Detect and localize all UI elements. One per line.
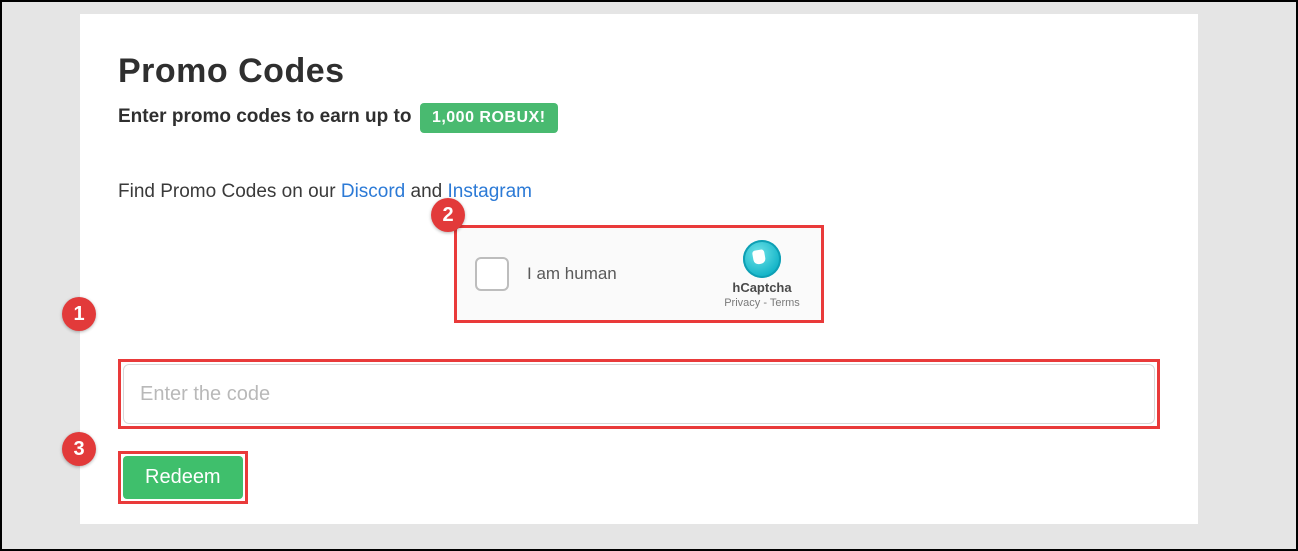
code-input-highlight bbox=[118, 359, 1160, 429]
captcha-privacy-link[interactable]: Privacy bbox=[724, 297, 760, 309]
captcha-link-sep: - bbox=[760, 297, 770, 309]
promo-codes-panel: Promo Codes Enter promo codes to earn up… bbox=[80, 14, 1198, 524]
captcha-brand-name: hCaptcha bbox=[721, 280, 803, 295]
robux-badge: 1,000 ROBUX! bbox=[420, 103, 558, 133]
captcha-container: I am human hCaptcha Privacy - Terms bbox=[118, 225, 1160, 323]
hcaptcha-widget: I am human hCaptcha Privacy - Terms bbox=[454, 225, 824, 323]
annotation-badge-2: 2 bbox=[431, 198, 465, 232]
annotation-badge-3: 3 bbox=[62, 432, 96, 466]
discord-link[interactable]: Discord bbox=[341, 181, 405, 202]
captcha-checkbox[interactable] bbox=[475, 257, 509, 291]
promo-code-input[interactable] bbox=[123, 364, 1155, 424]
hcaptcha-logo-icon bbox=[743, 240, 781, 278]
page-title: Promo Codes bbox=[118, 52, 1160, 91]
redeem-button[interactable]: Redeem bbox=[123, 456, 243, 499]
captcha-brand-links: Privacy - Terms bbox=[721, 297, 803, 309]
captcha-label: I am human bbox=[527, 264, 617, 284]
subtitle-row: Enter promo codes to earn up to 1,000 RO… bbox=[118, 103, 1160, 133]
find-codes-line: Find Promo Codes on our Discord and Inst… bbox=[118, 181, 1160, 203]
subtitle-text: Enter promo codes to earn up to bbox=[118, 106, 411, 127]
annotation-badge-1: 1 bbox=[62, 297, 96, 331]
instagram-link[interactable]: Instagram bbox=[448, 181, 532, 202]
captcha-terms-link[interactable]: Terms bbox=[770, 297, 800, 309]
find-prefix: Find Promo Codes on our bbox=[118, 181, 341, 202]
captcha-brand: hCaptcha Privacy - Terms bbox=[721, 240, 803, 309]
redeem-highlight: Redeem bbox=[118, 451, 248, 504]
